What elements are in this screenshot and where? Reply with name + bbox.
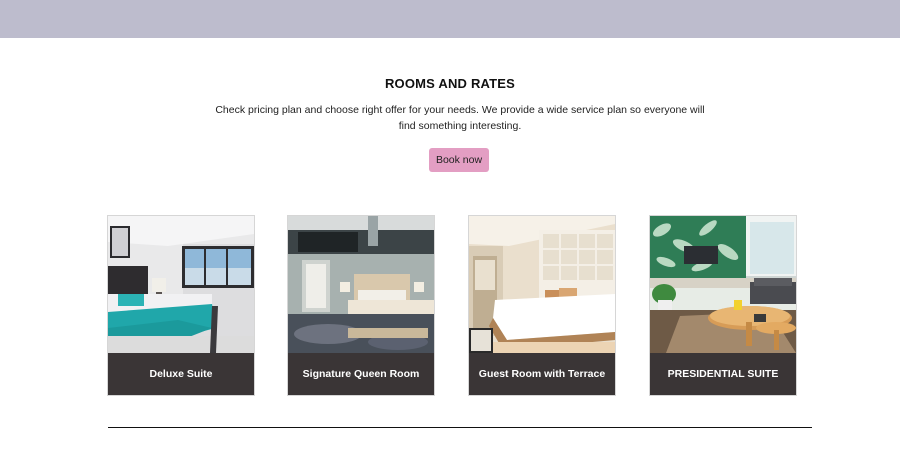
room-photo xyxy=(108,216,254,353)
room-card-signature-queen-room[interactable]: Signature Queen Room xyxy=(287,215,435,396)
section-divider xyxy=(108,427,812,428)
room-card-guest-room-with-terrace[interactable]: Guest Room with Terrace xyxy=(468,215,616,396)
room-photo xyxy=(469,216,615,353)
room-name: PRESIDENTIAL SUITE xyxy=(650,353,796,395)
room-card-deluxe-suite[interactable]: Deluxe Suite xyxy=(107,215,255,396)
top-banner xyxy=(0,0,900,38)
book-now-button[interactable]: Book now xyxy=(429,148,489,172)
room-photo xyxy=(650,216,796,353)
room-card-presidential-suite[interactable]: PRESIDENTIAL SUITE xyxy=(649,215,797,396)
section-title: ROOMS AND RATES xyxy=(384,76,516,91)
room-name: Signature Queen Room xyxy=(288,353,434,395)
room-name: Deluxe Suite xyxy=(108,353,254,395)
room-name: Guest Room with Terrace xyxy=(469,353,615,395)
section-description: Check pricing plan and choose right offe… xyxy=(215,104,705,132)
room-photo xyxy=(288,216,434,353)
